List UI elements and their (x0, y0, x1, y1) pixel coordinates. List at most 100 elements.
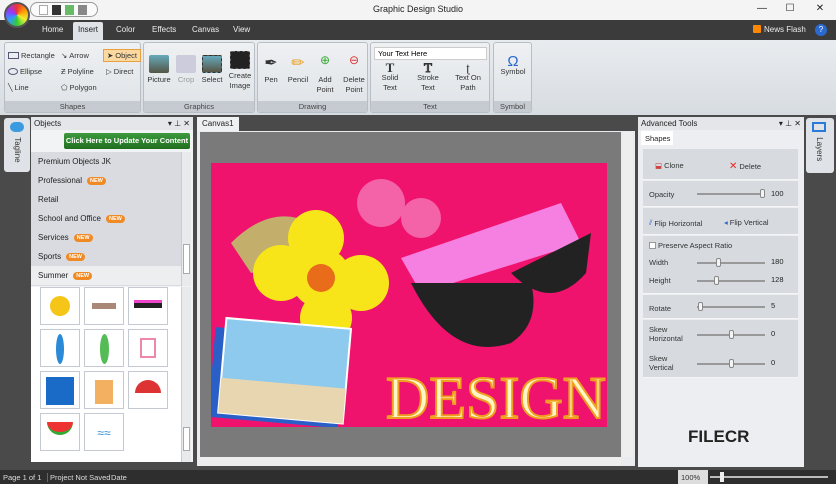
category-summer[interactable]: Summer NEW (31, 266, 181, 285)
text-input[interactable] (374, 47, 487, 60)
thumb-watermelon[interactable] (40, 413, 80, 451)
news-flash-button[interactable]: News Flash (753, 25, 806, 34)
category-school-and-office[interactable]: School and Office NEW (31, 209, 181, 228)
rotate-label: Rotate (649, 304, 672, 313)
thumb-surfboard-green[interactable] (84, 329, 124, 367)
text-on-path-button[interactable]: ʈ Text On Path (451, 61, 485, 93)
thumb-surfboard-blue[interactable] (40, 329, 80, 367)
category-professional[interactable]: Professional NEW (31, 171, 181, 190)
category-list: Premium Objects JK Professional NEW Retai… (31, 152, 181, 286)
opacity-label: Opacity (649, 190, 675, 199)
tab-color[interactable]: Color (116, 25, 135, 34)
rectangle-tool[interactable]: Rectangle (8, 51, 55, 60)
line-tool[interactable]: ╲ Line (8, 83, 29, 92)
slider-knob[interactable] (715, 258, 721, 267)
solid-text-button[interactable]: T Solid Text (375, 61, 405, 93)
preserve-aspect-checkbox[interactable]: Preserve Aspect Ratio (649, 241, 732, 250)
crop-button[interactable]: Crop (174, 55, 198, 85)
rectangle-icon (8, 52, 19, 59)
zoom-level: 100% (678, 470, 708, 484)
maximize-button[interactable]: ☐ (780, 3, 800, 14)
omega-icon: Ω (507, 53, 519, 70)
thumb-waves[interactable]: ≈≈ (84, 413, 124, 451)
canvas-tab[interactable]: Canvas1 (197, 117, 239, 131)
update-content-button[interactable]: Click Here to Update Your Content (64, 133, 190, 149)
canvas-vertical-scrollbar[interactable] (623, 132, 633, 457)
slider-knob[interactable] (697, 302, 703, 311)
thumb-sun[interactable] (40, 287, 80, 325)
skew-vertical-slider[interactable] (697, 359, 765, 368)
ellipse-tool[interactable]: Ellipse (8, 67, 42, 76)
width-slider[interactable] (697, 258, 765, 267)
drawing-group-label: Drawing (258, 101, 367, 112)
stroke-text-button[interactable]: T Stroke Text (413, 61, 443, 93)
new-badge: NEW (87, 176, 106, 185)
picture-button[interactable]: Picture (146, 55, 172, 85)
arrow-tool[interactable]: ↘ Arrow (61, 51, 89, 60)
tagline-tab[interactable]: Tagline (4, 118, 30, 172)
thumbnails-scrollbar[interactable] (181, 287, 191, 462)
tab-home[interactable]: Home (42, 25, 63, 34)
category-retail[interactable]: Retail (31, 190, 181, 209)
layers-tab[interactable]: Layers (806, 118, 834, 173)
category-scrollbar[interactable] (181, 152, 191, 286)
slider-knob[interactable] (760, 189, 765, 198)
pencil-button[interactable]: ✏ Pencil (285, 55, 311, 85)
polyline-tool[interactable]: Ƶ Polyline (61, 67, 94, 76)
polyline-icon: Ƶ (61, 67, 66, 76)
skew-horizontal-slider[interactable] (697, 330, 765, 339)
delete-button[interactable]: ✕ Delete (729, 161, 761, 172)
delete-point-button[interactable]: ⊖ Delete Point (340, 54, 368, 95)
flip-horizontal-button[interactable]: ⫽ Flip Horizontal (649, 218, 702, 228)
panel-controls[interactable]: ▾ ⊥ ✕ (168, 119, 190, 128)
shapes-group: Rectangle ↘ Arrow ➤ Object Ellipse Ƶ Polyli… (4, 42, 141, 113)
thumb-swim-shorts[interactable] (40, 371, 80, 409)
direct-tool[interactable]: ▷ Direct (106, 67, 133, 76)
polygon-tool[interactable]: ⬠ Polygon (61, 83, 97, 92)
thumb-drink[interactable] (84, 371, 124, 409)
objects-panel: Objects ▾ ⊥ ✕ Click Here to Update Your C… (31, 117, 193, 462)
canvas-area: DESIGN (197, 131, 635, 466)
close-button[interactable]: ✕ (810, 3, 830, 14)
tab-shapes[interactable]: Shapes (641, 131, 673, 145)
thumb-sunglasses[interactable] (128, 287, 168, 325)
flip-vertical-button[interactable]: ◂ Flip Vertical (724, 218, 769, 227)
tab-effects[interactable]: Effects (152, 25, 176, 34)
thumb-glasses[interactable] (84, 287, 124, 325)
window-title: Graphic Design Studio (372, 4, 464, 14)
panel-controls[interactable]: ▾ ⊥ ✕ (779, 119, 801, 128)
objects-panel-header: Objects ▾ ⊥ ✕ (31, 117, 193, 130)
help-icon[interactable]: ? (815, 24, 827, 36)
rotate-slider[interactable] (697, 302, 765, 311)
minimize-button[interactable]: — (752, 3, 772, 14)
app-logo[interactable] (4, 2, 30, 28)
pen-button[interactable]: ✒ Pen (260, 55, 282, 85)
opacity-value: 100 (771, 189, 784, 198)
category-sports[interactable]: Sports NEW (31, 247, 181, 266)
slider-knob[interactable] (728, 359, 734, 368)
zoom-slider[interactable] (710, 472, 828, 482)
filecr-watermark: FILECR (688, 427, 750, 446)
clone-button[interactable]: ⬓ Clone (655, 161, 684, 170)
canvas-horizontal-scrollbar[interactable] (200, 457, 621, 466)
symbol-button[interactable]: Ω Symbol (496, 53, 530, 77)
opacity-slider[interactable] (697, 189, 765, 198)
beach-photo[interactable] (211, 316, 353, 427)
slider-knob[interactable] (728, 330, 734, 339)
add-point-button[interactable]: ⊕ Add Point (313, 54, 337, 95)
create-image-button[interactable]: Create Image (227, 51, 253, 91)
category-services[interactable]: Services NEW (31, 228, 181, 247)
object-tool[interactable]: ➤ Object (103, 49, 141, 62)
height-slider[interactable] (697, 276, 765, 285)
tab-insert[interactable]: Insert (73, 22, 104, 40)
direct-select-icon: ▷ (106, 67, 112, 76)
thumb-bikini[interactable] (128, 329, 168, 367)
select-button[interactable]: Select (200, 55, 224, 85)
slider-knob[interactable] (714, 276, 719, 285)
thumb-umbrella[interactable] (128, 371, 168, 409)
design-artwork[interactable]: DESIGN (211, 163, 607, 427)
category-premium-objects-jk[interactable]: Premium Objects JK (31, 152, 181, 171)
tab-canvas[interactable]: Canvas (192, 25, 219, 34)
width-label: Width (649, 258, 669, 267)
tab-view[interactable]: View (233, 25, 250, 34)
